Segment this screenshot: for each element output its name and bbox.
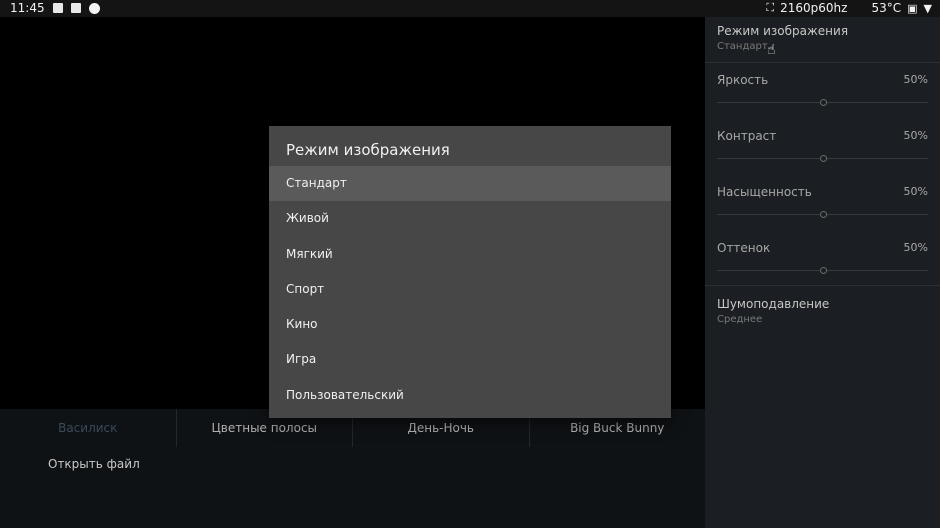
noise-reduction-setting[interactable]: Шумоподавление Среднее <box>717 297 928 325</box>
bottom-bar: Василиск Цветные полосы День-Ночь Big Bu… <box>0 409 705 528</box>
brightness-slider[interactable]: Яркость 50% <box>717 73 928 106</box>
option-game[interactable]: Игра <box>269 342 671 377</box>
option-cinema[interactable]: Кино <box>269 307 671 342</box>
saturation-slider[interactable]: Насыщенность 50% <box>717 185 928 218</box>
screen-icon: ⛶ <box>766 1 775 14</box>
temperature-indicator: 53°C <box>871 1 902 15</box>
picture-settings-panel: Режим изображения Стандарт Яркость 50% К… <box>705 17 940 528</box>
option-vivid[interactable]: Живой <box>269 201 671 236</box>
a-badge-icon <box>70 3 81 13</box>
picture-mode-options: Стандарт Живой Мягкий Спорт Кино Игра По… <box>269 166 671 413</box>
slider-knob[interactable] <box>819 155 827 162</box>
slider-knob[interactable] <box>819 211 827 218</box>
hue-slider[interactable]: Оттенок 50% <box>717 241 928 274</box>
divider <box>705 62 940 63</box>
slider-value: 50% <box>903 129 928 142</box>
noise-reduction-title: Шумоподавление <box>717 297 830 311</box>
resolution-indicator: 2160p60hz <box>780 1 848 15</box>
slider-value: 50% <box>903 185 928 198</box>
slider-knob[interactable] <box>819 99 827 106</box>
divider <box>705 285 940 286</box>
option-custom[interactable]: Пользовательский <box>269 378 671 413</box>
noise-reduction-value: Среднее <box>717 314 763 325</box>
open-file-button[interactable]: Открыть файл <box>48 457 140 471</box>
picture-mode-dialog: Режим изображения Стандарт Живой Мягкий … <box>269 126 671 418</box>
slider-value: 50% <box>903 241 928 254</box>
dialog-title: Режим изображения <box>286 141 450 159</box>
slider-label: Яркость <box>717 73 769 87</box>
status-bar: 11:45 ⛶ 2160p60hz 53°C ▣ ▼ <box>0 0 940 17</box>
wifi-icon: ▼ <box>923 1 932 15</box>
clock: 11:45 <box>10 1 45 15</box>
slider-label: Оттенок <box>717 241 771 255</box>
picture-mode-value: Стандарт <box>717 41 768 52</box>
image-icon <box>52 3 63 13</box>
slider-label: Контраст <box>717 129 777 143</box>
slider-value: 50% <box>903 73 928 86</box>
tab-vasilisk[interactable]: Василиск <box>0 409 177 447</box>
picture-mode-title: Режим изображения <box>717 24 849 38</box>
contrast-slider[interactable]: Контраст 50% <box>717 129 928 162</box>
option-sport[interactable]: Спорт <box>269 272 671 307</box>
slider-label: Насыщенность <box>717 185 812 199</box>
option-standard[interactable]: Стандарт <box>269 166 671 202</box>
circle-icon <box>88 2 100 14</box>
slider-knob[interactable] <box>819 267 827 274</box>
hand-cursor-icon: ☝ <box>767 42 776 58</box>
picture-mode-setting[interactable]: Режим изображения Стандарт <box>717 24 928 52</box>
option-soft[interactable]: Мягкий <box>269 237 671 272</box>
thermometer-icon: ▣ <box>907 1 918 15</box>
